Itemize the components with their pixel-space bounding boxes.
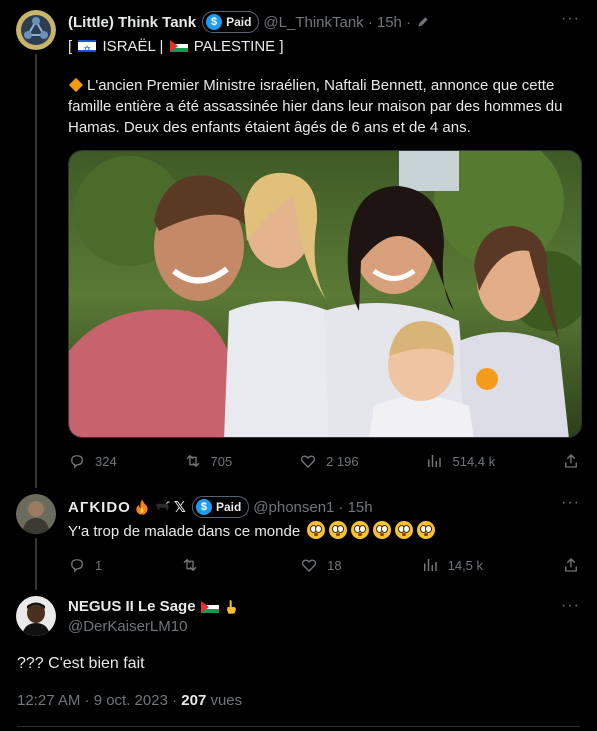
tweet-body-text: ??? C'est bien fait bbox=[17, 655, 145, 672]
tags-line: [ ISRAËL | PALESTINE ] bbox=[68, 36, 284, 57]
author-name[interactable]: AГKIDO bbox=[68, 499, 131, 516]
repost-button[interactable]: 705 bbox=[184, 452, 233, 470]
dollar-icon: $ bbox=[195, 499, 212, 515]
author-handle[interactable]: @DerKaiserLM10 bbox=[68, 618, 187, 635]
tag-israel: ISRAËL bbox=[102, 38, 156, 55]
repost-button[interactable] bbox=[181, 556, 221, 574]
tweet-body: L'ancien Premier Ministre israélien, Naf… bbox=[68, 75, 583, 138]
x-logo-icon: 𝕏 bbox=[173, 499, 186, 516]
author-name[interactable]: (Little) Think Tank bbox=[68, 14, 196, 31]
handle-line: @DerKaiserLM10 bbox=[68, 618, 187, 635]
dollar-icon: $ bbox=[206, 14, 223, 30]
reply-icon bbox=[71, 559, 83, 573]
views-count: 14,5 k bbox=[447, 557, 484, 573]
views-button[interactable]: 14,5 k bbox=[421, 556, 483, 574]
paid-label: Paid bbox=[226, 15, 252, 29]
think-tank-logo-icon bbox=[16, 10, 56, 50]
flushed-face-icon bbox=[329, 521, 348, 539]
tweet-body-text: Y'a trop de malade dans ce monde bbox=[68, 523, 301, 540]
divider bbox=[17, 726, 580, 727]
negus-avatar-image bbox=[16, 596, 56, 636]
like-button[interactable]: 2 196 bbox=[299, 452, 359, 470]
author-name[interactable]: NEGUS II Le Sage bbox=[68, 598, 196, 615]
tweet-actions: 324 705 2 196 514,4 k bbox=[68, 452, 580, 470]
views-count: 514,4 k bbox=[452, 453, 496, 469]
family-photo-image bbox=[69, 151, 581, 437]
like-button[interactable]: 18 bbox=[300, 556, 342, 574]
views-chart-icon bbox=[428, 455, 442, 467]
tweet-body: ??? C'est bien fait bbox=[17, 653, 145, 674]
thread-line bbox=[35, 54, 37, 488]
flushed-face-icon bbox=[307, 521, 326, 539]
index-finger-up-icon bbox=[226, 599, 236, 614]
edited-pencil-icon[interactable] bbox=[416, 15, 430, 29]
tweet-photo[interactable] bbox=[68, 150, 582, 438]
repost-icon bbox=[183, 558, 197, 572]
repost-icon bbox=[186, 454, 200, 468]
share-icon[interactable] bbox=[562, 452, 580, 470]
flushed-face-icon bbox=[417, 521, 436, 539]
heart-icon bbox=[302, 559, 317, 572]
flushed-face-emojis bbox=[307, 521, 439, 540]
tweet-actions: 1 18 14,5 k bbox=[68, 556, 580, 574]
reply-button[interactable]: 1 bbox=[68, 556, 102, 574]
like-count: 18 bbox=[327, 557, 342, 573]
avatar-think-tank[interactable] bbox=[16, 10, 56, 50]
heart-icon bbox=[300, 455, 316, 468]
paid-label: Paid bbox=[215, 500, 242, 514]
tweet-time[interactable]: · 15h · bbox=[368, 14, 411, 31]
reply-count: 324 bbox=[95, 453, 117, 469]
tweet-meta: 12:27 AM · 9 oct. 2023 · 207 vues bbox=[17, 692, 242, 709]
palestine-flag-icon bbox=[200, 600, 219, 613]
tweet-timestamp[interactable]: 12:27 AM · 9 oct. 2023 · bbox=[17, 692, 177, 709]
tweet-header: NEGUS II Le Sage bbox=[68, 598, 238, 615]
reply-icon bbox=[71, 455, 83, 469]
tag-separator: | bbox=[159, 38, 164, 55]
tweet-header: AГKIDO 𝕏 $ Paid @phonsen1 · 15h bbox=[68, 496, 373, 518]
views-label: vues bbox=[210, 692, 243, 709]
flushed-face-icon bbox=[395, 521, 414, 539]
flushed-face-icon bbox=[373, 521, 392, 539]
views-count: 207 bbox=[181, 692, 207, 709]
author-handle[interactable]: @L_ThinkTank bbox=[263, 14, 363, 31]
avatar-negus[interactable] bbox=[16, 596, 56, 636]
orange-diamond-icon bbox=[68, 77, 84, 93]
flushed-face-icon bbox=[351, 521, 370, 539]
views-button[interactable]: 514,4 k bbox=[425, 452, 495, 470]
avatar-aikido[interactable] bbox=[16, 494, 56, 534]
tweet-body-text: L'ancien Premier Ministre israélien, Naf… bbox=[68, 77, 563, 136]
reply-count: 1 bbox=[95, 557, 103, 573]
aikido-avatar-image bbox=[16, 494, 56, 534]
thread-line bbox=[35, 538, 37, 590]
israel-flag-icon bbox=[78, 40, 97, 52]
tweet-time[interactable]: · 15h bbox=[338, 499, 372, 516]
author-handle[interactable]: @phonsen1 bbox=[253, 499, 334, 516]
fire-icon bbox=[136, 499, 148, 515]
tag-palestine: PALESTINE bbox=[193, 38, 276, 55]
like-count: 2 196 bbox=[326, 453, 359, 469]
paid-badge[interactable]: $ Paid bbox=[202, 11, 260, 33]
reply-button[interactable]: 324 bbox=[68, 452, 117, 470]
tweet-body: Y'a trop de malade dans ce monde bbox=[68, 521, 439, 542]
share-icon[interactable] bbox=[562, 556, 580, 574]
repost-count: 705 bbox=[210, 453, 233, 469]
more-options-icon[interactable]: ··· bbox=[561, 597, 580, 615]
views-chart-icon bbox=[423, 559, 437, 571]
bracket-open: [ bbox=[68, 38, 73, 55]
bracket-close: ] bbox=[279, 38, 284, 55]
palestine-flag-icon bbox=[169, 40, 188, 52]
tweet-header: (Little) Think Tank $ Paid @L_ThinkTank … bbox=[68, 11, 430, 33]
paid-badge[interactable]: $ Paid bbox=[191, 496, 250, 518]
bull-icon bbox=[155, 501, 170, 510]
more-options-icon[interactable]: ··· bbox=[561, 494, 580, 512]
more-options-icon[interactable]: ··· bbox=[561, 10, 580, 28]
